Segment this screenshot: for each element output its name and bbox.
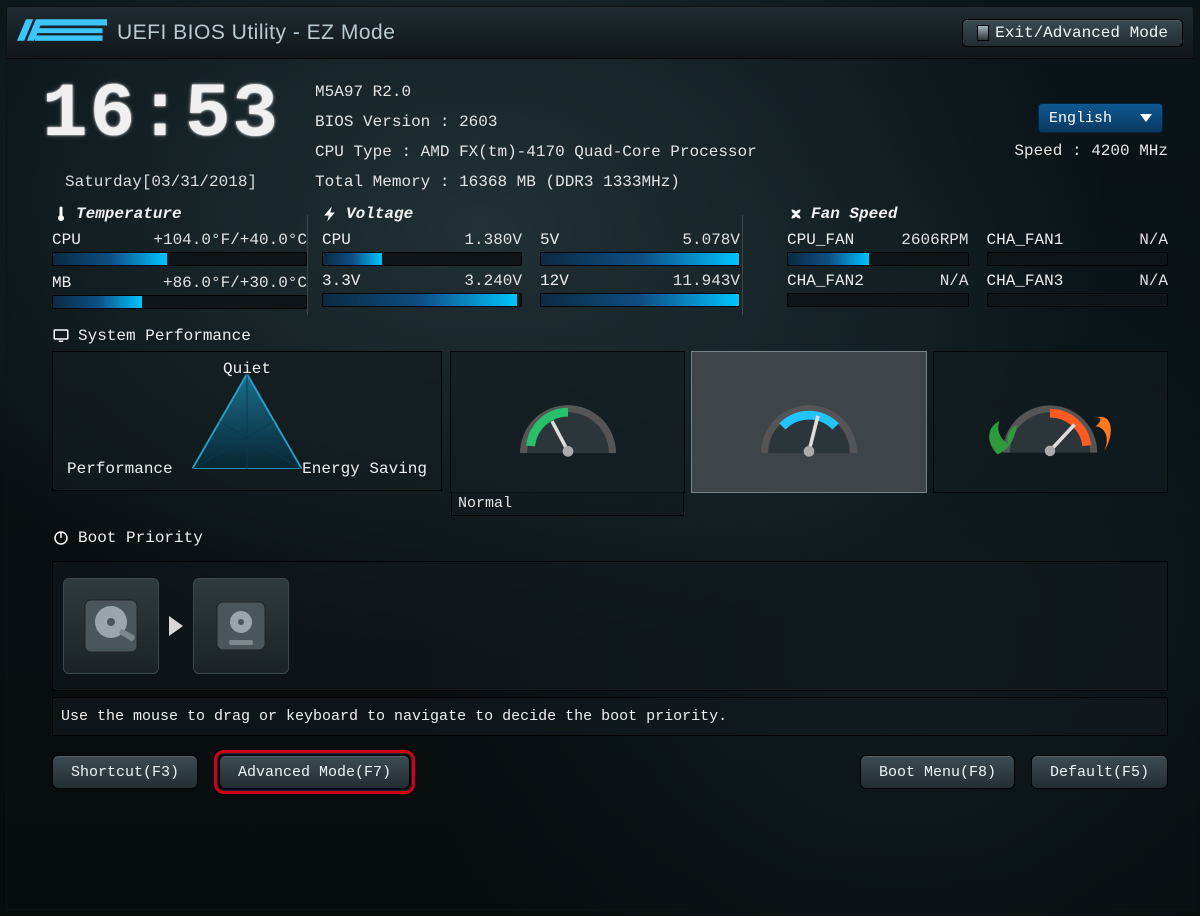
triangle-icon <box>192 374 302 469</box>
clock-time: 16:53 <box>42 77 280 153</box>
performance-triangle[interactable]: Quiet Performance Energy Saving <box>52 351 442 491</box>
cha-fan3-bar <box>987 293 1169 307</box>
perf-mode-asus-optimal[interactable] <box>691 351 926 493</box>
shortcut-button[interactable]: Shortcut(F3) <box>52 755 198 789</box>
thermometer-icon <box>52 205 70 223</box>
boot-hint: Use the mouse to drag or keyboard to nav… <box>52 697 1168 736</box>
volt-33-value: 3.240V <box>464 272 522 290</box>
page-title: UEFI BIOS Utility - EZ Mode <box>117 21 395 45</box>
default-label: Default(F5) <box>1050 764 1149 781</box>
volt-12-label: 12V <box>540 272 569 290</box>
voltage-title: Voltage <box>346 205 413 223</box>
perf-caption: Normal <box>451 492 684 516</box>
temp-cpu-label: CPU <box>52 231 81 249</box>
cha-fan2-label: CHA_FAN2 <box>787 272 864 290</box>
language-select[interactable]: English <box>1038 103 1163 133</box>
exit-label: Exit/Advanced Mode <box>995 24 1168 42</box>
default-button[interactable]: Default(F5) <box>1031 755 1168 789</box>
volt-cpu-value: 1.380V <box>464 231 522 249</box>
temp-mb-bar <box>52 295 307 309</box>
cpu-type: CPU Type : AMD FX(tm)-4170 Quad-Core Pro… <box>315 143 979 161</box>
boot-priority-list[interactable] <box>52 561 1168 691</box>
perf-mode-power-saving[interactable] <box>933 351 1168 493</box>
cpu-fan-bar <box>787 252 969 266</box>
cha-fan1-label: CHA_FAN1 <box>987 231 1064 249</box>
volt-33-bar <box>322 293 522 307</box>
cpu-fan-value: 2606RPM <box>901 231 968 249</box>
system-performance-title: System Performance <box>78 327 251 345</box>
gauge-icon <box>754 382 864 462</box>
fan-section: Fan Speed CPU_FAN 2606RPM CHA_FAN2 N/A CHA… <box>787 205 1168 315</box>
temp-cpu-value: +104.0°F/+40.0°C <box>153 231 307 249</box>
volt-5-bar <box>540 252 740 266</box>
highlighted-button: Advanced Mode(F7) <box>214 750 415 794</box>
cha-fan1-bar <box>987 252 1169 266</box>
arrow-right-icon <box>169 616 183 636</box>
volt-12-value: 11.943V <box>673 272 740 290</box>
perf-mode-normal[interactable]: Normal <box>450 351 685 493</box>
temperature-section: Temperature CPU +104.0°F/+40.0°C MB +86.0°… <box>52 205 307 315</box>
boot-menu-button[interactable]: Boot Menu(F8) <box>860 755 1015 789</box>
gauge-icon <box>513 382 623 462</box>
boot-device-hdd[interactable] <box>63 578 159 674</box>
volt-cpu-label: CPU <box>322 231 351 249</box>
voltage-section: Voltage CPU 1.380V 3.3V 3.240V 5V 5.078V 12… <box>322 205 742 315</box>
exit-icon <box>977 25 989 41</box>
temp-mb-label: MB <box>52 274 71 292</box>
total-memory: Total Memory : 16368 MB (DDR3 1333MHz) <box>315 173 979 191</box>
cha-fan3-label: CHA_FAN3 <box>987 272 1064 290</box>
perf-quiet-label: Quiet <box>223 360 271 378</box>
power-icon <box>52 529 70 547</box>
volt-33-label: 3.3V <box>322 272 360 290</box>
bios-version: BIOS Version : 2603 <box>315 113 979 131</box>
monitor-icon <box>52 327 70 345</box>
volt-12-bar <box>540 293 740 307</box>
exit-advanced-mode-button[interactable]: Exit/Advanced Mode <box>962 19 1183 47</box>
chevron-down-icon <box>1140 114 1152 122</box>
clock-date: Saturday[03/31/2018] <box>65 173 257 191</box>
boot-menu-label: Boot Menu(F8) <box>879 764 996 781</box>
boot-priority-title: Boot Priority <box>78 529 203 547</box>
volt-cpu-bar <box>322 252 522 266</box>
shortcut-label: Shortcut(F3) <box>71 764 179 781</box>
volt-5-label: 5V <box>540 231 559 249</box>
perf-energy-label: Energy Saving <box>302 460 427 478</box>
temp-cpu-bar <box>52 252 307 266</box>
cha-fan1-value: N/A <box>1139 231 1168 249</box>
temp-mb-value: +86.0°F/+30.0°C <box>163 274 307 292</box>
fan-title: Fan Speed <box>811 205 897 223</box>
advanced-mode-button[interactable]: Advanced Mode(F7) <box>219 755 410 789</box>
cpu-fan-label: CPU_FAN <box>787 231 854 249</box>
cha-fan2-bar <box>787 293 969 307</box>
advanced-label: Advanced Mode(F7) <box>238 764 391 781</box>
volt-5-value: 5.078V <box>682 231 740 249</box>
fan-icon <box>787 205 805 223</box>
language-value: English <box>1049 110 1112 127</box>
hard-disk-icon <box>79 594 143 658</box>
system-info: M5A97 R2.0 BIOS Version : 2603 CPU Type … <box>315 77 979 191</box>
bolt-icon <box>322 205 340 223</box>
top-bar: UEFI BIOS Utility - EZ Mode Exit/Advance… <box>7 7 1193 59</box>
cha-fan2-value: N/A <box>940 272 969 290</box>
perf-performance-label: Performance <box>67 460 173 478</box>
header-block: 16:53 Saturday[03/31/2018] M5A97 R2.0 BI… <box>7 59 1193 201</box>
board-model: M5A97 R2.0 <box>315 83 979 101</box>
boot-device-optical[interactable] <box>193 578 289 674</box>
temperature-title: Temperature <box>76 205 182 223</box>
asus-logo-icon <box>17 19 107 46</box>
gauge-eco-icon <box>980 382 1120 462</box>
cha-fan3-value: N/A <box>1139 272 1168 290</box>
optical-drive-icon <box>209 594 273 658</box>
